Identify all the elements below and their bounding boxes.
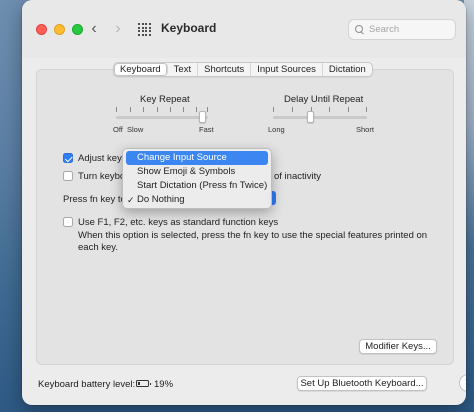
modifier-keys-button[interactable]: Modifier Keys... (359, 339, 437, 354)
forward-button[interactable]: › (110, 18, 126, 40)
search-field[interactable] (348, 19, 456, 40)
key-repeat-slow-label: Slow (127, 125, 144, 134)
menu-item-label: Show Emoji & Symbols (137, 166, 236, 177)
back-button[interactable]: ‹ (86, 18, 102, 40)
delay-until-repeat-label: Delay Until Repeat (284, 94, 364, 105)
menu-item-show-emoji-symbols[interactable]: Show Emoji & Symbols (126, 165, 268, 179)
key-repeat-ticks (116, 107, 208, 113)
battery-icon (136, 380, 151, 387)
menu-item-label: Do Nothing (137, 194, 185, 205)
menu-item-label: Change Input Source (137, 152, 227, 163)
standard-function-keys-label: Use F1, F2, etc. keys as standard functi… (78, 217, 279, 228)
key-repeat-slider-thumb[interactable] (198, 111, 206, 123)
menu-item-start-dictation[interactable]: Start Dictation (Press fn Twice) (126, 179, 268, 193)
menu-item-change-input-source[interactable]: Change Input Source (126, 151, 268, 165)
key-repeat-slider-track[interactable] (116, 116, 208, 119)
zoom-button[interactable] (72, 24, 83, 35)
search-icon (355, 25, 364, 34)
key-repeat-fast-label: Fast (199, 125, 214, 134)
key-repeat-off-label: Off (113, 125, 123, 134)
tab-input-sources[interactable]: Input Sources (251, 63, 323, 76)
standard-function-keys-checkbox[interactable] (63, 217, 73, 227)
key-repeat-label: Key Repeat (140, 94, 190, 105)
delay-until-repeat-slider-track[interactable] (273, 116, 367, 119)
delay-until-repeat-ticks (273, 107, 367, 113)
turn-off-backlight-checkbox[interactable] (63, 171, 73, 181)
minimize-button[interactable] (54, 24, 65, 35)
function-keys-description-line1: When this option is selected, press the … (78, 230, 428, 241)
function-keys-description-line2: each key. (78, 242, 118, 253)
tab-keyboard[interactable]: Keyboard (114, 63, 168, 76)
press-fn-key-label: Press fn key to (63, 194, 126, 205)
close-button[interactable] (36, 24, 47, 35)
adjust-brightness-checkbox[interactable] (63, 153, 73, 163)
setup-bluetooth-keyboard-button[interactable]: Set Up Bluetooth Keyboard... (297, 376, 427, 391)
search-input[interactable] (369, 24, 449, 35)
battery-level-label: Keyboard battery level: (38, 379, 136, 390)
adjust-brightness-label: Adjust keyb (78, 153, 128, 164)
window-title: Keyboard (161, 21, 217, 35)
turn-off-backlight-suffix: of inactivity (274, 171, 321, 182)
fn-key-action-menu: Change Input Source Show Emoji & Symbols… (122, 148, 272, 209)
turn-off-backlight-label: Turn keybo (78, 171, 126, 182)
menu-item-do-nothing[interactable]: ✓ Do Nothing (126, 193, 268, 207)
delay-until-repeat-slider-thumb[interactable] (307, 111, 315, 123)
help-button[interactable]: ? (459, 374, 466, 392)
keyboard-preferences-window: ‹ › Keyboard Keyboard Text Shortcuts Inp… (22, 0, 466, 405)
delay-long-label: Long (268, 125, 285, 134)
delay-short-label: Short (356, 125, 374, 134)
battery-percent: 19% (154, 379, 174, 390)
checkmark-icon: ✓ (127, 195, 135, 205)
show-all-grid-icon[interactable] (138, 23, 151, 36)
tab-shortcuts[interactable]: Shortcuts (198, 63, 252, 76)
title-bar: ‹ › Keyboard (22, 0, 466, 58)
tab-dictation[interactable]: Dictation (323, 63, 372, 76)
menu-item-label: Start Dictation (Press fn Twice) (137, 180, 268, 191)
tab-text[interactable]: Text (168, 63, 199, 76)
tab-bar: Keyboard Text Shortcuts Input Sources Di… (113, 62, 373, 77)
